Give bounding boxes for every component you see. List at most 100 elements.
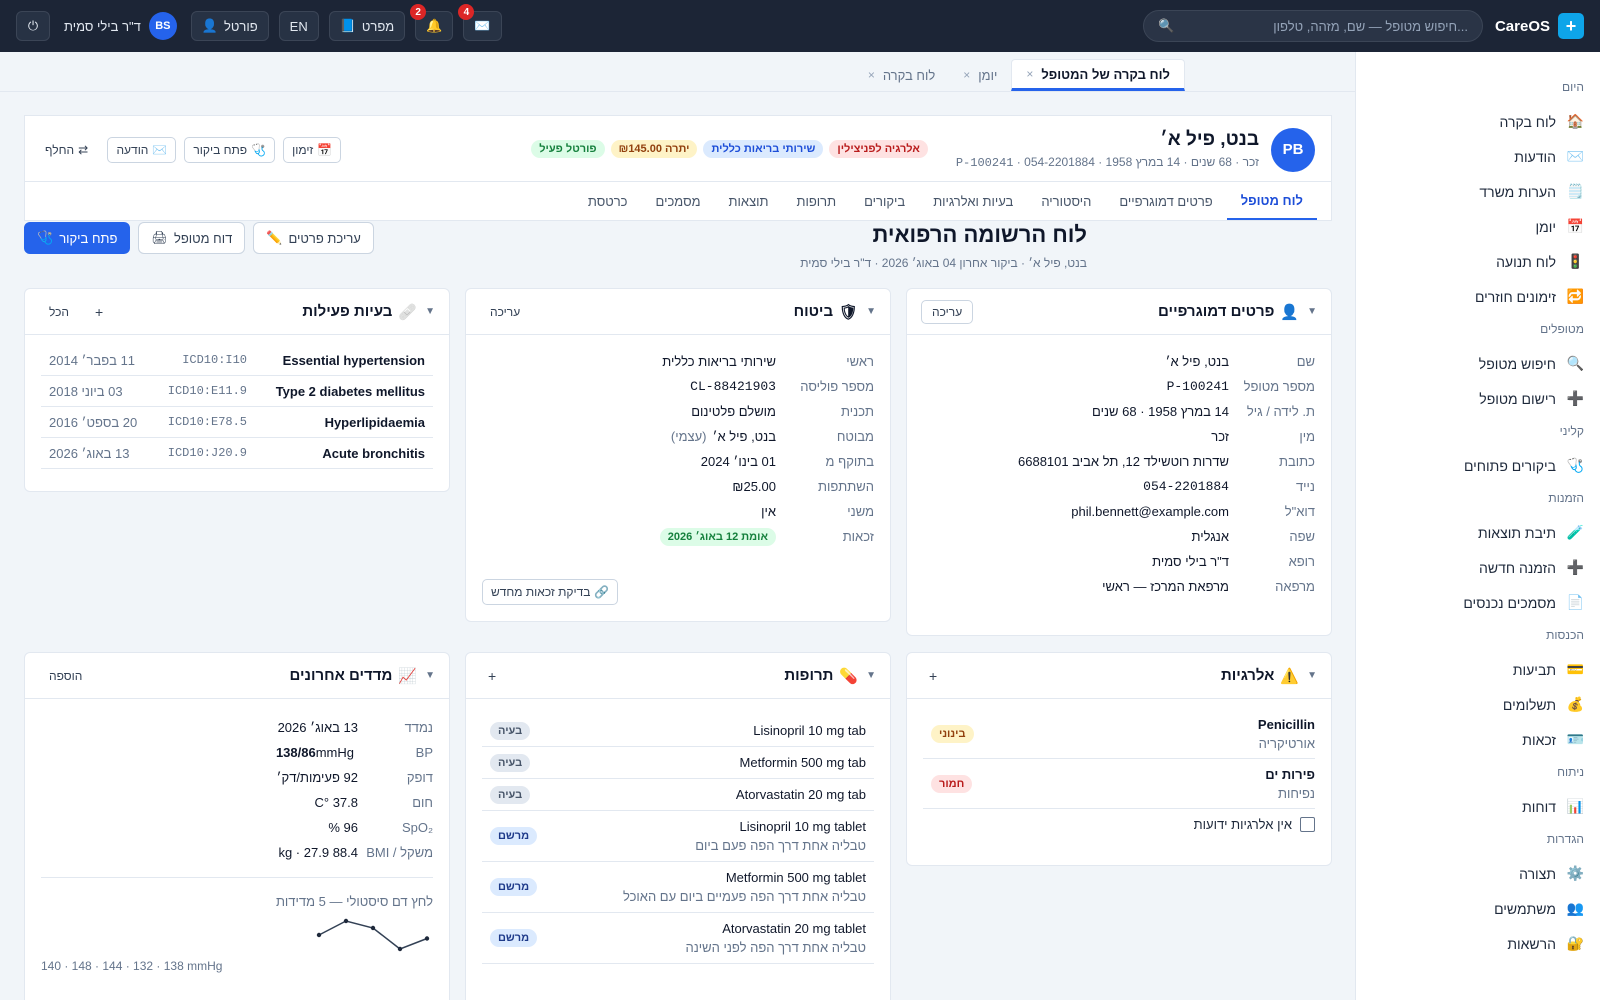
patient-tab[interactable]: ביקורים (850, 182, 919, 220)
allergy-reaction: נפיחות (1277, 785, 1315, 801)
sidebar-item[interactable]: 🪪 זכאות (1356, 722, 1600, 757)
problems-card: ▼ 🩹 בעיות פעילות + הכל Essential hypertens… (24, 288, 450, 492)
vitals-row: חום 37.8 °C (41, 790, 433, 815)
portal-button[interactable]: 👤 פורטל (190, 11, 269, 41)
sidebar-item[interactable]: 🔍 חיפוש מטופל (1356, 346, 1600, 381)
add-allergy-button[interactable]: + (921, 668, 945, 684)
patient-tab[interactable]: לוח מטופל (1226, 182, 1317, 220)
medication-row[interactable]: Lisinopril 10 mg tablet טבליה אחת דרך הפה… (482, 811, 874, 862)
close-icon[interactable]: × (1026, 67, 1033, 81)
bandage-icon: 🩹 (398, 303, 418, 321)
close-icon[interactable]: × (868, 68, 875, 82)
notifications-badge: 2 (410, 4, 427, 20)
problem-row[interactable]: Type 2 diabetes mellitus ICD10:E11.9 03 בי… (41, 376, 433, 407)
all-problems-button[interactable]: הכל (39, 301, 79, 323)
close-icon[interactable]: × (963, 68, 970, 82)
brand-name: CareOS (1494, 17, 1550, 35)
sidebar-item[interactable]: 🗒️ הערות משרד (1356, 174, 1600, 209)
sidebar-item[interactable]: 🩺 ביקורים פתוחים (1356, 448, 1600, 483)
edit-details-label: עריכת פרטים (288, 230, 361, 246)
window-tab[interactable]: לוח בקרה של המטופל × (1011, 59, 1185, 91)
collapse-caret-icon[interactable]: ▼ (425, 670, 435, 681)
edit-details-button[interactable]: ✏️ עריכת פרטים (253, 222, 374, 254)
open-visit-label: פתח ביקור (59, 230, 118, 246)
top-bar: ⏻ ד"ר בילי סמית BS 👤 פורטל EN 📘 מפרט 🔔 2 ✉️… (0, 0, 1600, 52)
sidebar-item[interactable]: 💳 תביעות (1356, 652, 1600, 687)
window-tab[interactable]: לוח בקרה × (854, 59, 949, 91)
medication-row[interactable]: Metformin 500 mg tablet טבליה אחת דרך הפה… (482, 862, 874, 913)
sidebar-item[interactable]: 🔁 זימונים חוזרים (1356, 279, 1600, 314)
messages-button[interactable]: ✉️ 4 (458, 4, 502, 41)
field-label: משני (847, 504, 874, 519)
problem-row[interactable]: Essential hypertension ICD10:I10 11 בפבר׳ … (41, 345, 433, 376)
notifications-button[interactable]: 🔔 2 (410, 4, 454, 41)
sidebar-item[interactable]: ⚙️ תצורה (1356, 856, 1600, 891)
insurance-row: תכנית מושלם פלטינום (482, 399, 874, 424)
allergy-row[interactable]: פירות ים נפיחות חמור (923, 759, 1315, 809)
sidebar-item[interactable]: 📅 יומן (1356, 209, 1600, 244)
problem-row[interactable]: Hyperlipidaemia ICD10:E78.5 20 בספט׳ 2016 (41, 407, 433, 438)
collapse-caret-icon[interactable]: ▼ (866, 306, 876, 317)
recheck-eligibility-button[interactable]: 🔗 בדיקת זכאות מחדש (482, 579, 619, 605)
medication-row[interactable]: Lisinopril 10 mg tab בעיה (482, 715, 874, 747)
sidebar-item[interactable]: 💰 תשלומים (1356, 687, 1600, 722)
brand[interactable]: CareOS + (1495, 13, 1584, 39)
search-input[interactable] (1187, 18, 1468, 34)
sidebar-item[interactable]: 📊 דוחות (1356, 789, 1600, 824)
collapse-caret-icon[interactable]: ▼ (1307, 306, 1317, 317)
sidebar-item[interactable]: 🔐 הרשאות (1356, 926, 1600, 961)
medication-row[interactable]: Atorvastatin 20 mg tablet טבליה אחת דרך ה… (482, 913, 874, 964)
patient-report-button[interactable]: 🖨 דוח מטופל (138, 222, 246, 254)
page-subtitle: בנט, פיל א׳ · ביקור אחרון 04 באוג׳ 2026 … (800, 256, 1087, 270)
schedule-button[interactable]: 📅 זימון (283, 136, 342, 163)
message-button[interactable]: ✉️ הודעה (107, 136, 177, 163)
patient-tab[interactable]: פרטים דמוגרפיים (1105, 182, 1226, 220)
severity-badge: בינוני (931, 724, 974, 743)
open-visit-button[interactable]: 🩺 פתח ביקור (24, 222, 131, 254)
patient-search[interactable]: 🔍 (1142, 10, 1483, 42)
sidebar-item[interactable]: 🏠 לוח בקרה (1356, 104, 1600, 139)
window-tab[interactable]: יומן × (949, 59, 1011, 91)
patient-report-label: דוח מטופל (173, 230, 233, 246)
sidebar-item-label: הודעות (1514, 148, 1556, 165)
patient-tab[interactable]: תרופות (783, 182, 851, 220)
sidebar-item[interactable]: 🧪 תיבת תוצאות (1356, 515, 1600, 550)
medication-row[interactable]: Metformin 500 mg tab בעיה (482, 747, 874, 779)
add-problem-button[interactable]: + (87, 304, 111, 320)
field-label: כתובת (1279, 454, 1315, 469)
sidebar-item[interactable]: 👥 משתמשים (1356, 891, 1600, 926)
edit-demographics-button[interactable]: עריכה (921, 299, 974, 324)
patient-tab[interactable]: כרטסת (574, 182, 642, 220)
sparkline-point (370, 925, 376, 931)
medication-row[interactable]: Atorvastatin 20 mg tab בעיה (482, 779, 874, 811)
add-medication-button[interactable]: + (480, 668, 504, 684)
open-visit-small-button[interactable]: 🩺 פתח ביקור (184, 136, 276, 163)
collapse-caret-icon[interactable]: ▼ (425, 306, 435, 317)
collapse-caret-icon[interactable]: ▼ (1307, 670, 1317, 681)
field-label: בתוקף מ (825, 454, 874, 469)
allergy-row[interactable]: Penicillin אורטיקריה בינוני (923, 709, 1315, 759)
sidebar-item[interactable]: ✉️ הודעות (1356, 139, 1600, 174)
field-value: בנט, פיל א׳ (712, 429, 776, 444)
patient-tab[interactable]: היסטוריה (1027, 182, 1105, 220)
logout-button[interactable]: ⏻ (16, 11, 50, 41)
language-button[interactable]: EN (278, 11, 319, 41)
no-known-allergies-checkbox[interactable] (1300, 817, 1315, 832)
patient-tab[interactable]: תוצאות (715, 182, 783, 220)
allergy-info: פירות ים נפיחות (1265, 767, 1315, 801)
sidebar-item[interactable]: ➕ הזמנה חדשה (1356, 550, 1600, 585)
add-vitals-button[interactable]: הוספה (39, 665, 92, 687)
sidebar-item[interactable]: ➕ רישום מטופל (1356, 381, 1600, 416)
patient-tab[interactable]: בעיות ואלרגיות (919, 182, 1027, 220)
problem-date: 20 בספט׳ 2016 (49, 414, 138, 430)
sidebar-item[interactable]: 🚦 לוח תנועה (1356, 244, 1600, 279)
sidebar-item[interactable]: 📄 מסמכים נכנסים (1356, 585, 1600, 620)
problem-row[interactable]: Acute bronchitis ICD10:J20.9 13 באוג׳ 2026 (41, 438, 433, 469)
user-menu[interactable]: ד"ר בילי סמית BS (60, 12, 181, 40)
card-title: אלרגיות (1220, 667, 1275, 684)
switch-patient-button[interactable]: ⇄ החלף (41, 143, 88, 157)
edit-insurance-button[interactable]: עריכה (480, 301, 530, 323)
patient-tab[interactable]: מסמכים (642, 182, 715, 220)
handbook-button[interactable]: 📘 מפרט (328, 11, 406, 41)
collapse-caret-icon[interactable]: ▼ (866, 670, 876, 681)
